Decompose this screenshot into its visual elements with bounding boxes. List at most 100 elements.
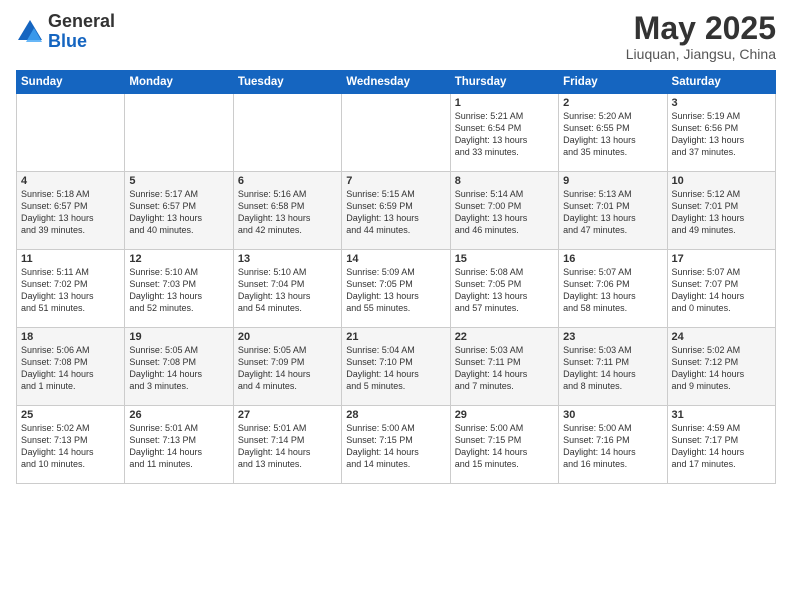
day-number: 28 [346,409,445,421]
col-sunday: Sunday [17,71,125,94]
day-number: 17 [672,253,771,265]
logo-text: General Blue [48,12,115,52]
table-row: 13Sunrise: 5:10 AM Sunset: 7:04 PM Dayli… [233,250,341,328]
table-row: 23Sunrise: 5:03 AM Sunset: 7:11 PM Dayli… [559,328,667,406]
day-number: 1 [455,97,554,109]
table-row: 7Sunrise: 5:15 AM Sunset: 6:59 PM Daylig… [342,172,450,250]
table-row: 27Sunrise: 5:01 AM Sunset: 7:14 PM Dayli… [233,406,341,484]
day-info: Sunrise: 5:02 AM Sunset: 7:13 PM Dayligh… [21,422,120,471]
day-number: 10 [672,175,771,187]
day-info: Sunrise: 5:07 AM Sunset: 7:07 PM Dayligh… [672,266,771,315]
day-number: 26 [129,409,228,421]
calendar-table: Sunday Monday Tuesday Wednesday Thursday… [16,70,776,484]
day-number: 18 [21,331,120,343]
table-row: 17Sunrise: 5:07 AM Sunset: 7:07 PM Dayli… [667,250,775,328]
week-row: 1Sunrise: 5:21 AM Sunset: 6:54 PM Daylig… [17,94,776,172]
day-info: Sunrise: 5:04 AM Sunset: 7:10 PM Dayligh… [346,344,445,393]
table-row [17,94,125,172]
day-info: Sunrise: 4:59 AM Sunset: 7:17 PM Dayligh… [672,422,771,471]
table-row: 9Sunrise: 5:13 AM Sunset: 7:01 PM Daylig… [559,172,667,250]
table-row: 25Sunrise: 5:02 AM Sunset: 7:13 PM Dayli… [17,406,125,484]
day-number: 15 [455,253,554,265]
table-row: 29Sunrise: 5:00 AM Sunset: 7:15 PM Dayli… [450,406,558,484]
table-row: 19Sunrise: 5:05 AM Sunset: 7:08 PM Dayli… [125,328,233,406]
week-row: 4Sunrise: 5:18 AM Sunset: 6:57 PM Daylig… [17,172,776,250]
table-row: 16Sunrise: 5:07 AM Sunset: 7:06 PM Dayli… [559,250,667,328]
table-row: 11Sunrise: 5:11 AM Sunset: 7:02 PM Dayli… [17,250,125,328]
col-friday: Friday [559,71,667,94]
day-info: Sunrise: 5:09 AM Sunset: 7:05 PM Dayligh… [346,266,445,315]
table-row: 1Sunrise: 5:21 AM Sunset: 6:54 PM Daylig… [450,94,558,172]
table-row: 3Sunrise: 5:19 AM Sunset: 6:56 PM Daylig… [667,94,775,172]
table-row: 14Sunrise: 5:09 AM Sunset: 7:05 PM Dayli… [342,250,450,328]
day-number: 13 [238,253,337,265]
day-number: 7 [346,175,445,187]
day-info: Sunrise: 5:18 AM Sunset: 6:57 PM Dayligh… [21,188,120,237]
col-monday: Monday [125,71,233,94]
day-info: Sunrise: 5:17 AM Sunset: 6:57 PM Dayligh… [129,188,228,237]
day-info: Sunrise: 5:10 AM Sunset: 7:04 PM Dayligh… [238,266,337,315]
day-info: Sunrise: 5:02 AM Sunset: 7:12 PM Dayligh… [672,344,771,393]
day-number: 8 [455,175,554,187]
logo-icon [16,18,44,46]
table-row: 5Sunrise: 5:17 AM Sunset: 6:57 PM Daylig… [125,172,233,250]
day-info: Sunrise: 5:07 AM Sunset: 7:06 PM Dayligh… [563,266,662,315]
logo-blue: Blue [48,31,87,51]
day-info: Sunrise: 5:00 AM Sunset: 7:15 PM Dayligh… [346,422,445,471]
day-number: 19 [129,331,228,343]
day-info: Sunrise: 5:11 AM Sunset: 7:02 PM Dayligh… [21,266,120,315]
day-info: Sunrise: 5:14 AM Sunset: 7:00 PM Dayligh… [455,188,554,237]
day-number: 20 [238,331,337,343]
day-info: Sunrise: 5:16 AM Sunset: 6:58 PM Dayligh… [238,188,337,237]
day-info: Sunrise: 5:21 AM Sunset: 6:54 PM Dayligh… [455,110,554,159]
title-block: May 2025 Liuquan, Jiangsu, China [626,12,776,62]
table-row: 30Sunrise: 5:00 AM Sunset: 7:16 PM Dayli… [559,406,667,484]
table-row: 12Sunrise: 5:10 AM Sunset: 7:03 PM Dayli… [125,250,233,328]
day-info: Sunrise: 5:20 AM Sunset: 6:55 PM Dayligh… [563,110,662,159]
table-row: 18Sunrise: 5:06 AM Sunset: 7:08 PM Dayli… [17,328,125,406]
table-row: 26Sunrise: 5:01 AM Sunset: 7:13 PM Dayli… [125,406,233,484]
day-number: 30 [563,409,662,421]
day-number: 9 [563,175,662,187]
day-number: 5 [129,175,228,187]
day-number: 25 [21,409,120,421]
table-row: 31Sunrise: 4:59 AM Sunset: 7:17 PM Dayli… [667,406,775,484]
calendar-title: May 2025 [626,12,776,44]
day-number: 31 [672,409,771,421]
day-number: 24 [672,331,771,343]
day-number: 29 [455,409,554,421]
week-row: 18Sunrise: 5:06 AM Sunset: 7:08 PM Dayli… [17,328,776,406]
table-row: 15Sunrise: 5:08 AM Sunset: 7:05 PM Dayli… [450,250,558,328]
day-info: Sunrise: 5:01 AM Sunset: 7:13 PM Dayligh… [129,422,228,471]
day-number: 21 [346,331,445,343]
day-number: 23 [563,331,662,343]
calendar-subtitle: Liuquan, Jiangsu, China [626,46,776,62]
day-number: 16 [563,253,662,265]
day-number: 22 [455,331,554,343]
table-row: 22Sunrise: 5:03 AM Sunset: 7:11 PM Dayli… [450,328,558,406]
calendar-page: General Blue May 2025 Liuquan, Jiangsu, … [0,0,792,612]
day-number: 12 [129,253,228,265]
day-info: Sunrise: 5:15 AM Sunset: 6:59 PM Dayligh… [346,188,445,237]
day-number: 11 [21,253,120,265]
col-tuesday: Tuesday [233,71,341,94]
day-info: Sunrise: 5:13 AM Sunset: 7:01 PM Dayligh… [563,188,662,237]
week-row: 11Sunrise: 5:11 AM Sunset: 7:02 PM Dayli… [17,250,776,328]
day-number: 4 [21,175,120,187]
week-row: 25Sunrise: 5:02 AM Sunset: 7:13 PM Dayli… [17,406,776,484]
day-info: Sunrise: 5:12 AM Sunset: 7:01 PM Dayligh… [672,188,771,237]
day-info: Sunrise: 5:03 AM Sunset: 7:11 PM Dayligh… [563,344,662,393]
col-wednesday: Wednesday [342,71,450,94]
col-thursday: Thursday [450,71,558,94]
table-row [125,94,233,172]
day-info: Sunrise: 5:10 AM Sunset: 7:03 PM Dayligh… [129,266,228,315]
day-number: 14 [346,253,445,265]
day-info: Sunrise: 5:03 AM Sunset: 7:11 PM Dayligh… [455,344,554,393]
table-row [233,94,341,172]
table-row: 6Sunrise: 5:16 AM Sunset: 6:58 PM Daylig… [233,172,341,250]
day-number: 3 [672,97,771,109]
day-number: 2 [563,97,662,109]
table-row: 8Sunrise: 5:14 AM Sunset: 7:00 PM Daylig… [450,172,558,250]
table-row: 10Sunrise: 5:12 AM Sunset: 7:01 PM Dayli… [667,172,775,250]
col-saturday: Saturday [667,71,775,94]
